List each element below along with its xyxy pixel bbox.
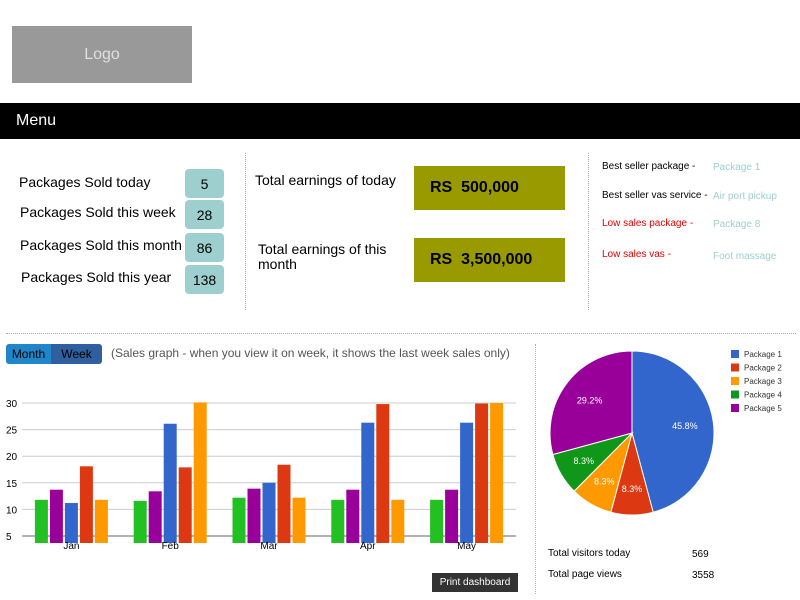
bar	[490, 403, 504, 543]
best-package-label: Best seller package -	[602, 161, 696, 172]
x-tick-label: Feb	[162, 541, 180, 552]
bar	[460, 422, 474, 543]
pie-slice-label: 29.2%	[577, 396, 603, 406]
y-tick-label: 30	[6, 399, 18, 410]
stat-label-month: Packages Sold this month	[20, 237, 182, 253]
y-tick-label: 10	[6, 505, 18, 516]
bar	[232, 497, 246, 543]
low-vas-value: Foot massage	[713, 251, 777, 262]
bar	[148, 491, 162, 543]
best-package-value: Package 1	[713, 162, 761, 173]
sales-bar-chart: 5 10 15 20 25 30 Jan Feb Mar Apr May	[6, 399, 516, 552]
legend-label: Package 2	[744, 364, 782, 373]
bar	[49, 489, 63, 543]
bar	[346, 489, 360, 543]
x-tick-label: May	[457, 541, 476, 552]
bar	[475, 403, 489, 543]
tab-week[interactable]: Week	[51, 344, 102, 364]
best-vas-label: Best seller vas service -	[602, 190, 708, 201]
pie-slice-label: 45.8%	[672, 421, 698, 431]
bar	[331, 499, 345, 543]
package-pie-chart: 45.8% 8.3% 8.3% 8.3% 29.2% Package 1 Package 2…	[549, 350, 782, 516]
tab-month[interactable]: Month	[6, 344, 51, 364]
legend-swatch	[731, 350, 739, 358]
stat-value-month: 86	[185, 233, 224, 262]
bar	[445, 489, 459, 543]
divider	[535, 344, 536, 594]
stat-value-today: 5	[185, 169, 224, 198]
graph-note: (Sales graph - when you view it on week,…	[111, 346, 510, 360]
bar	[277, 464, 291, 543]
legend-swatch	[731, 390, 739, 399]
stat-label-year: Packages Sold this year	[21, 269, 172, 285]
low-package-value: Package 8	[713, 219, 761, 230]
bar	[262, 482, 276, 543]
legend-swatch	[731, 404, 739, 412]
pie-slice-label: 8.3%	[574, 456, 595, 466]
x-tick-label: Mar	[260, 541, 278, 552]
earnings-today-label: Total earnings of today	[255, 172, 396, 188]
bar	[178, 467, 192, 543]
bar	[430, 499, 444, 543]
earnings-month-label: Total earnings of this month	[258, 241, 387, 272]
divider	[588, 153, 589, 310]
visitors-today-label: Total visitors today	[548, 548, 631, 559]
period-toggle: Month Week	[6, 344, 102, 364]
logo: Logo	[12, 26, 192, 83]
pie-slice-label: 8.3%	[594, 476, 615, 486]
legend-swatch	[731, 363, 739, 372]
earnings-today-value: RS 500,000	[414, 166, 565, 210]
stat-label-week: Packages Sold this week	[20, 204, 176, 220]
legend-label: Package 5	[744, 404, 782, 413]
stat-value-year: 138	[185, 265, 224, 294]
bar	[376, 404, 390, 543]
y-tick-label: 15	[6, 479, 18, 490]
x-tick-label: Apr	[360, 541, 376, 552]
bar	[34, 499, 48, 543]
earnings-month-value: RS 3,500,000	[414, 238, 565, 282]
bar	[391, 499, 405, 543]
bar	[163, 423, 177, 543]
x-tick-label: Jan	[63, 541, 79, 552]
bar	[193, 402, 207, 543]
pie-slice-label: 8.3%	[622, 484, 643, 494]
bar	[79, 466, 93, 543]
legend-label: Package 4	[744, 391, 782, 400]
menu-bar[interactable]: Menu	[0, 103, 800, 139]
bar	[133, 500, 147, 543]
legend-swatch	[731, 377, 739, 385]
y-tick-label: 20	[6, 452, 18, 463]
legend-label: Package 1	[744, 350, 782, 359]
divider	[6, 333, 796, 334]
bar	[247, 488, 261, 543]
bar	[361, 422, 375, 543]
page-views-value: 3558	[692, 570, 715, 581]
low-package-label: Low sales package -	[602, 218, 694, 229]
y-tick-label: 5	[6, 532, 12, 543]
bar	[64, 503, 78, 543]
page-views-label: Total page views	[548, 569, 622, 580]
low-vas-label: Low sales vas -	[602, 249, 671, 260]
divider	[245, 153, 246, 310]
stat-value-week: 28	[185, 200, 224, 229]
y-tick-label: 25	[6, 426, 18, 437]
visitors-today-value: 569	[692, 549, 709, 560]
legend-label: Package 3	[744, 377, 782, 386]
best-vas-value: Air port pickup	[713, 191, 777, 202]
bar	[94, 499, 108, 543]
stat-label-today: Packages Sold today	[19, 174, 151, 190]
print-dashboard-button[interactable]: Print dashboard	[432, 573, 518, 592]
bar	[292, 497, 306, 543]
